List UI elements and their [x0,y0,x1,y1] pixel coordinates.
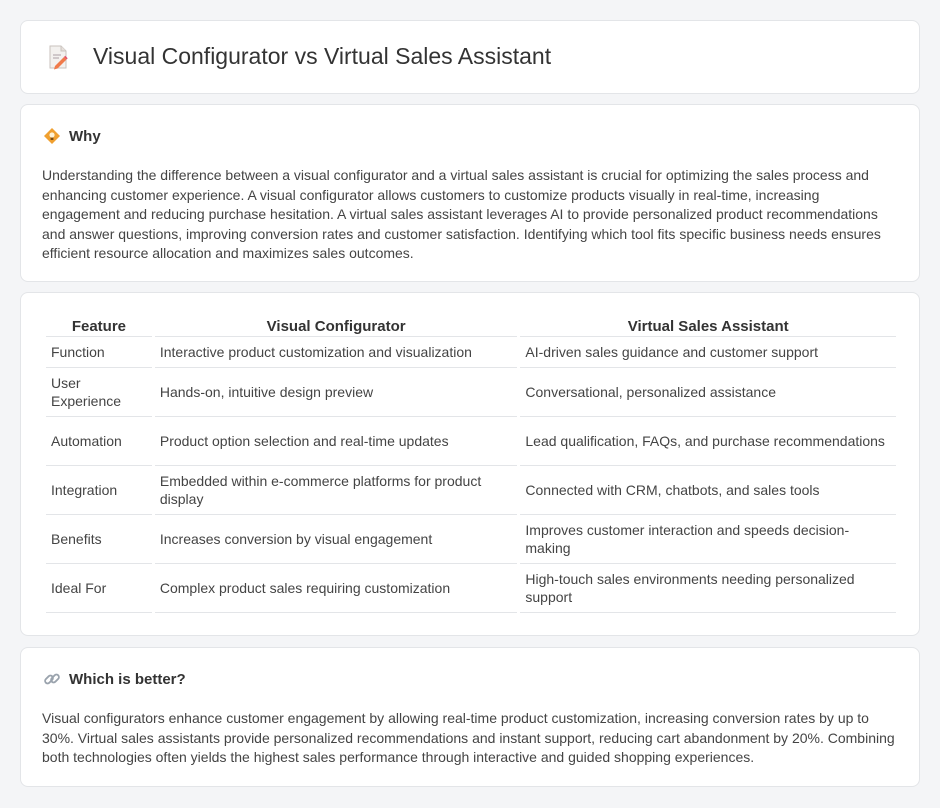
feature-cell: Function [46,337,152,368]
visual-configurator-cell: Embedded within e-commerce platforms for… [154,466,518,515]
comparison-table: Feature Visual Configurator Virtual Sale… [43,315,899,613]
why-text: Understanding the difference between a v… [42,167,881,262]
feature-cell: Benefits [46,515,152,564]
why-section: Why Understanding the difference between… [20,104,920,282]
which-is-better-text: Visual configurators enhance customer en… [42,710,895,766]
header-visual-configurator: Visual Configurator [154,315,518,337]
which-is-better-section: Which is better? Visual configurators en… [20,647,920,787]
table-row: Automation Product option selection and … [46,417,896,466]
lightbulb-icon [43,127,61,145]
feature-cell: Automation [46,417,152,466]
comparison-section: Feature Visual Configurator Virtual Sale… [20,292,920,636]
table-header-row: Feature Visual Configurator Virtual Sale… [46,315,896,337]
link-icon [43,670,61,688]
table-row: User Experience Hands-on, intuitive desi… [46,368,896,417]
document-pencil-icon [47,44,69,70]
visual-configurator-cell: Product option selection and real-time u… [154,417,518,466]
virtual-sales-assistant-cell: Lead qualification, FAQs, and purchase r… [520,417,896,466]
visual-configurator-cell: Complex product sales requiring customiz… [154,564,518,613]
visual-configurator-cell: Hands-on, intuitive design preview [154,368,518,417]
virtual-sales-assistant-cell: Conversational, personalized assistance [520,368,896,417]
why-heading: Why [69,127,101,145]
visual-configurator-cell: Increases conversion by visual engagemen… [154,515,518,564]
feature-cell: Ideal For [46,564,152,613]
header-virtual-sales-assistant: Virtual Sales Assistant [520,315,896,337]
which-is-better-heading: Which is better? [69,670,186,688]
virtual-sales-assistant-cell: AI-driven sales guidance and customer su… [520,337,896,368]
feature-cell: Integration [46,466,152,515]
visual-configurator-cell: Interactive product customization and vi… [154,337,518,368]
feature-cell: User Experience [46,368,152,417]
table-row: Integration Embedded within e-commerce p… [46,466,896,515]
table-row: Benefits Increases conversion by visual … [46,515,896,564]
virtual-sales-assistant-cell: High-touch sales environments needing pe… [520,564,896,613]
virtual-sales-assistant-cell: Connected with CRM, chatbots, and sales … [520,466,896,515]
title-card: Visual Configurator vs Virtual Sales Ass… [20,20,920,94]
table-row: Ideal For Complex product sales requirin… [46,564,896,613]
table-row: Function Interactive product customizati… [46,337,896,368]
page-title: Visual Configurator vs Virtual Sales Ass… [93,43,552,69]
virtual-sales-assistant-cell: Improves customer interaction and speeds… [520,515,896,564]
header-feature: Feature [46,315,152,337]
